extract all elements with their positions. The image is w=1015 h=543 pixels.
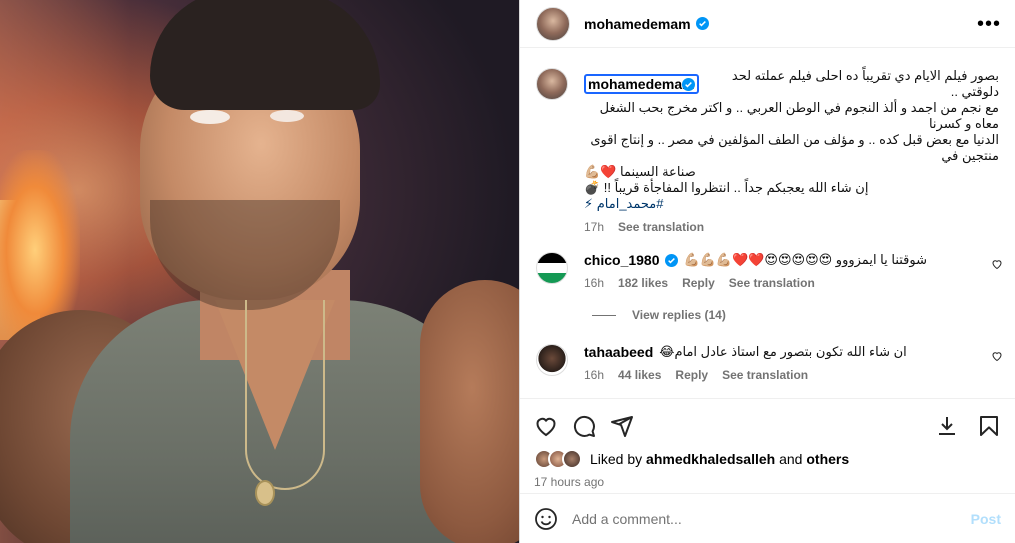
- share-icon[interactable]: [610, 414, 634, 438]
- liked-by: Liked by ahmedkhaledsalleh and others: [534, 449, 1001, 469]
- comment-icon[interactable]: [572, 414, 596, 438]
- comment-item: tahaabeed ان شاء الله تكون بتصور مع استا…: [536, 344, 1002, 382]
- comment-likes[interactable]: 44 likes: [618, 368, 661, 382]
- reply-button[interactable]: Reply: [675, 368, 708, 382]
- post-button[interactable]: Post: [971, 511, 1001, 527]
- author-username[interactable]: mohamedemam: [584, 16, 691, 32]
- liked-by-and: and: [779, 451, 803, 467]
- comment-text: ان شاء الله تكون بتصور مع استاذ عادل اما…: [659, 344, 907, 359]
- download-icon[interactable]: [935, 414, 959, 438]
- comment-time: 16h: [584, 368, 605, 382]
- reply-button[interactable]: Reply: [682, 276, 715, 290]
- heart-icon[interactable]: [991, 258, 1003, 270]
- heart-icon[interactable]: [991, 350, 1003, 362]
- caption-line-3: الدنيا مع بعض قبل كده .. و مؤلف من الطف …: [590, 132, 999, 163]
- bookmark-icon[interactable]: [977, 414, 1001, 438]
- liked-by-others[interactable]: others: [806, 451, 849, 467]
- caption-line-4: صناعة السينما ❤️💪🏼: [584, 164, 696, 179]
- caption-time: 17h: [584, 220, 605, 234]
- view-replies-label: View replies (14): [632, 308, 726, 322]
- more-options-icon[interactable]: •••: [977, 14, 1001, 34]
- verified-icon: [695, 17, 709, 30]
- emoji-icon[interactable]: [534, 507, 558, 531]
- see-translation-link[interactable]: See translation: [729, 276, 815, 290]
- comment-text: شوقتنا يا ايمزووو 😍😍😍😍😍❤️❤️💪🏼💪🏼💪🏼: [683, 252, 928, 267]
- verified-icon: [664, 253, 678, 267]
- post-image[interactable]: [0, 0, 519, 543]
- post-sidebar: mohamedemam ••• mohamedemam بصور فيلم ال…: [519, 0, 1015, 543]
- commenter-avatar[interactable]: [536, 252, 568, 284]
- author-avatar[interactable]: [536, 6, 570, 41]
- liked-by-user[interactable]: ahmedkhaledsalleh: [646, 451, 775, 467]
- add-comment-bar: Post: [520, 493, 1015, 543]
- verified-icon: [681, 77, 695, 91]
- comment-item: chico_1980 شوقتنا يا ايمزووو 😍😍😍😍😍❤️❤️💪🏼…: [536, 252, 1002, 290]
- commenter-avatar[interactable]: [536, 344, 568, 376]
- commenter-username[interactable]: tahaabeed: [584, 344, 653, 360]
- caption-avatar[interactable]: [536, 68, 568, 100]
- like-icon[interactable]: [534, 414, 558, 438]
- caption-line-1: بصور فيلم الايام دي تقريباً ده احلى فيلم…: [731, 68, 999, 99]
- see-translation-link[interactable]: See translation: [722, 368, 808, 382]
- commenter-username[interactable]: chico_1980: [584, 252, 660, 268]
- caption-hashtag[interactable]: #محمد_امام ⚡: [584, 196, 999, 212]
- post-time: 17 hours ago: [534, 475, 605, 489]
- caption-line-5: إن شاء الله يعجبكم جداً .. انتظروا المفا…: [584, 180, 869, 195]
- caption: mohamedemam بصور فيلم الايام دي تقريباً …: [536, 68, 999, 234]
- liker-avatars[interactable]: [534, 449, 582, 469]
- post-header: mohamedemam •••: [520, 0, 1015, 48]
- comment-time: 16h: [584, 276, 605, 290]
- comment-input[interactable]: [572, 510, 971, 527]
- see-translation-link[interactable]: See translation: [618, 220, 704, 234]
- view-replies-button[interactable]: View replies (14): [592, 308, 999, 322]
- comments-section: mohamedemam بصور فيلم الايام دي تقريباً …: [520, 48, 1015, 398]
- caption-line-2: مع نجم من اجمد و ألذ النجوم في الوطن الع…: [599, 100, 999, 131]
- comment-likes[interactable]: 182 likes: [618, 276, 668, 290]
- liked-by-prefix: Liked by: [590, 451, 643, 467]
